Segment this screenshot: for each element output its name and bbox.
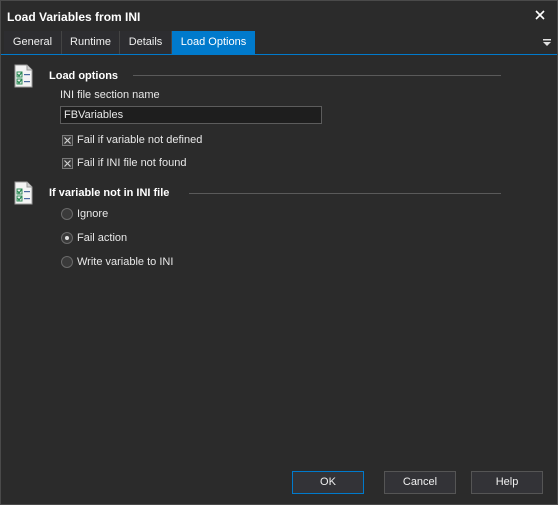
section-divider [189,193,501,194]
tab-runtime[interactable]: Runtime [62,31,120,54]
radio-fail-action-label[interactable]: Fail action [77,232,127,244]
checkmark-icon [64,160,71,167]
close-button[interactable] [531,6,549,24]
fail-if-ini-not-found-label[interactable]: Fail if INI file not found [77,157,186,169]
radio-write-variable[interactable] [61,256,73,268]
tab-details[interactable]: Details [120,31,172,54]
tab-strip: General Runtime Details Load Options [1,31,557,55]
menu-arrow-icon [543,39,551,46]
radio-ignore[interactable] [61,208,73,220]
ok-button[interactable]: OK [292,471,364,494]
ini-section-input[interactable]: FBVariables [60,106,322,124]
fail-if-variable-not-defined-checkbox[interactable] [62,135,73,146]
fail-if-variable-not-defined-label[interactable]: Fail if variable not defined [77,134,202,146]
checkmark-icon [64,137,71,144]
cancel-button[interactable]: Cancel [384,471,456,494]
title-bar: Load Variables from INI [1,1,557,31]
section-divider [133,75,501,76]
radio-fail-action[interactable] [61,232,73,244]
section-title-load-options: Load options [49,70,119,82]
checklist-icon [13,64,35,88]
close-icon [535,10,545,20]
dialog-window: Load Variables from INI General Runtime … [0,0,558,505]
radio-ignore-label[interactable]: Ignore [77,208,108,220]
tab-general[interactable]: General [4,31,62,54]
tab-menu-button[interactable] [541,36,553,48]
window-title: Load Variables from INI [7,10,141,24]
radio-selected-dot [65,236,69,240]
fail-if-ini-not-found-checkbox[interactable] [62,158,73,169]
radio-write-variable-label[interactable]: Write variable to INI [77,256,173,268]
checklist-icon [13,181,35,205]
help-button[interactable]: Help [471,471,543,494]
section-title-not-in-ini: If variable not in INI file [49,187,170,199]
tab-load-options[interactable]: Load Options [172,31,255,54]
ini-section-label: INI file section name [60,89,160,101]
